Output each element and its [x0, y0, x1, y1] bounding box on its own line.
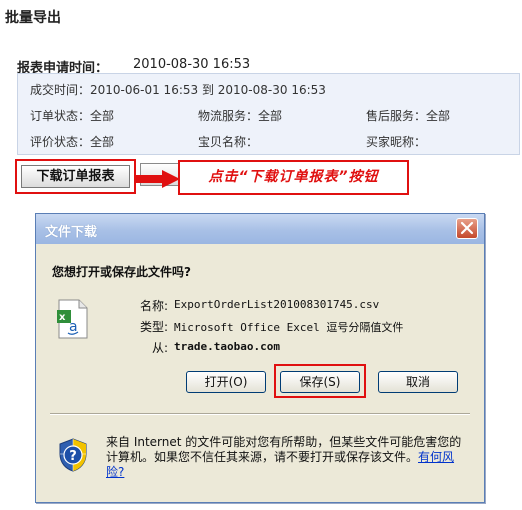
dialog-separator	[50, 413, 470, 415]
arrow-right-icon	[136, 170, 180, 188]
after-sale-filter[interactable]: 售后服务：全部	[366, 107, 450, 124]
save-button[interactable]: 保存(S)	[280, 371, 360, 393]
file-type-value: Microsoft Office Excel 逗号分隔值文件	[174, 321, 404, 334]
security-warning: 来自 Internet 的文件可能对您有所帮助，但某些文件可能危害您的计算机。如…	[106, 435, 466, 480]
dialog-title: 文件下载	[45, 225, 98, 240]
excel-csv-file-icon: x a	[57, 299, 88, 339]
file-type-label: 类型:	[139, 320, 168, 334]
svg-text:x: x	[59, 312, 66, 323]
download-button-highlight: 下载订单报表	[15, 159, 136, 194]
page-title: 批量导出	[5, 10, 61, 26]
file-name-value: ExportOrderList201008301745.csv	[174, 298, 380, 311]
cancel-button[interactable]: 取消	[378, 371, 458, 393]
deal-time-filter: 成交时间：2010-06-01 16:53 到 2010-08-30 16:53	[30, 83, 326, 97]
buyer-nick-filter[interactable]: 买家昵称：	[366, 133, 426, 150]
dialog-titlebar[interactable]: 文件下载	[36, 214, 484, 244]
download-order-report-button[interactable]: 下载订单报表	[21, 165, 130, 188]
close-button[interactable]	[456, 218, 478, 239]
order-status-filter[interactable]: 订单状态：全部	[30, 107, 114, 124]
shield-warning-icon: ?	[59, 438, 87, 472]
instruction-callout: 点击“下载订单报表”按钮	[178, 160, 409, 195]
logistics-filter[interactable]: 物流服务：全部	[198, 107, 282, 124]
file-name-label: 名称:	[139, 299, 168, 313]
file-source-label: 从:	[151, 341, 168, 355]
security-warning-text: 来自 Internet 的文件可能对您有所帮助，但某些文件可能危害您的计算机。如…	[106, 435, 462, 464]
close-icon	[460, 221, 474, 235]
report-request-time-value: 2010-08-30 16:53	[133, 57, 251, 72]
file-source-value: trade.taobao.com	[174, 340, 280, 353]
file-download-dialog: 文件下载 您想打开或保存此文件吗? x a 名称: ExportOrderLis…	[35, 213, 485, 503]
item-name-filter[interactable]: 宝贝名称：	[198, 133, 258, 150]
rating-status-filter[interactable]: 评价状态：全部	[30, 133, 114, 150]
filter-panel: 成交时间：2010-06-01 16:53 到 2010-08-30 16:53…	[17, 73, 520, 155]
dialog-question: 您想打开或保存此文件吗?	[52, 265, 191, 279]
svg-text:?: ?	[69, 449, 77, 464]
open-button[interactable]: 打开(O)	[186, 371, 266, 393]
